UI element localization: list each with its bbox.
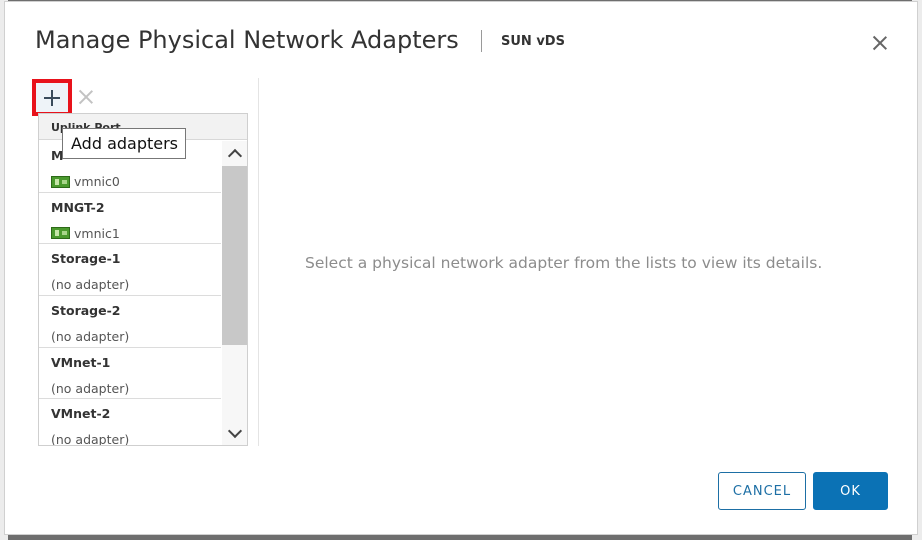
adapter-entry: vmnic1 [51,226,120,241]
list-item[interactable]: VMnet-1 (no adapter) [39,348,221,400]
remove-adapter-button[interactable] [77,88,95,106]
uplink-name: VMnet-1 [51,354,111,370]
title-separator [481,30,482,52]
add-adapters-tooltip: Add adapters [62,128,186,159]
list-item[interactable]: Storage-2 (no adapter) [39,296,221,348]
ok-button[interactable]: OK [813,472,888,510]
dialog-title: Manage Physical Network Adapters [35,26,459,54]
uplink-name: Storage-1 [51,251,121,267]
manage-adapters-dialog: Manage Physical Network Adapters SUN vDS… [4,1,918,535]
cancel-button[interactable]: CANCEL [718,472,806,510]
list-body: Mvmnic0 MNGT-2 vmnic1 Storage-1 (no adapter)… [39,141,221,446]
uplink-name: Storage-2 [51,303,121,319]
uplink-list: Uplink Port Mvmnic0MNGT-2vmnic1Storage-1… [38,113,248,446]
adapter-label: vmnic1 [74,225,120,241]
chevron-up-icon[interactable] [222,141,247,166]
adapter-label: (no adapter) [51,277,130,293]
uplink-name: MNGT-2 [51,199,105,215]
network-card-icon [51,175,70,188]
chevron-down-icon[interactable] [222,421,247,445]
adapter-entry: (no adapter) [51,329,129,344]
scrollbar-thumb[interactable] [222,166,247,345]
list-item[interactable]: VMnet-2 (no adapter) [39,399,221,446]
adapter-label: (no adapter) [51,432,130,446]
adapter-entry: vmnic0 [51,174,120,189]
network-card-icon [51,227,70,240]
dialog-subtitle: SUN vDS [501,34,565,49]
close-icon[interactable] [869,32,891,54]
list-item[interactable]: MNGT-2 vmnic1 [39,193,221,245]
add-adapters-button[interactable] [32,79,72,116]
adapter-label: vmnic0 [74,174,120,189]
adapter-entry: (no adapter) [51,381,129,396]
adapter-label: (no adapter) [51,380,130,396]
uplink-name: VMnet-2 [51,406,111,422]
details-empty-message: Select a physical network adapter from t… [305,254,823,272]
list-scrollbar[interactable] [222,141,247,445]
adapter-entry: (no adapter) [51,432,130,446]
panel-divider [258,78,259,446]
adapter-entry: (no adapter) [51,277,129,292]
adapter-label: (no adapter) [51,329,130,345]
list-item[interactable]: Storage-1 (no adapter) [39,244,221,297]
